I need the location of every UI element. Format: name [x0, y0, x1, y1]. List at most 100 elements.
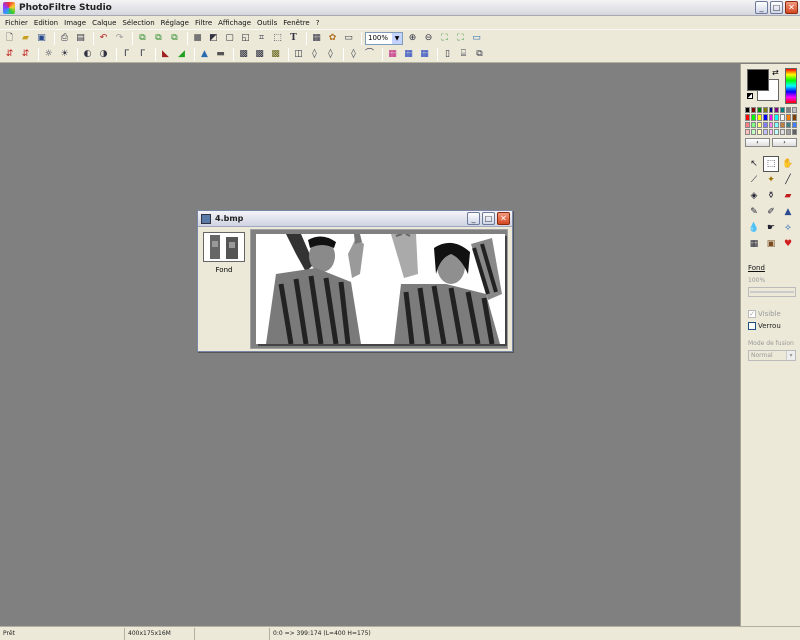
strawberry-tool-icon[interactable]: ♥ [780, 236, 796, 252]
drop-outline-icon[interactable]: ◊ [324, 48, 337, 61]
paste-new-icon[interactable]: ⧉ [168, 32, 181, 45]
palette-swatch[interactable] [745, 107, 750, 114]
palette-swatch[interactable] [792, 128, 797, 135]
palette-swatch[interactable] [768, 121, 774, 128]
menu-reglage[interactable]: Réglage [158, 19, 192, 27]
gamma-up-icon[interactable]: Γ [136, 48, 149, 61]
palette-swatch[interactable] [780, 121, 786, 128]
palette-swatch[interactable] [792, 121, 797, 128]
palette-swatch[interactable] [786, 114, 792, 121]
palette-swatch[interactable] [780, 107, 786, 114]
auto-levels-icon[interactable]: ⇵ [3, 48, 16, 61]
document-window[interactable]: 4.bmp _ □ ✕ Fond [197, 210, 513, 352]
palette-swatch[interactable] [780, 114, 786, 121]
text-icon[interactable]: T [287, 32, 300, 45]
zoom-select[interactable]: 100% ▼ [365, 31, 403, 45]
image-size-icon[interactable]: ▢ [223, 32, 236, 45]
undo-icon[interactable]: ↶ [97, 32, 110, 45]
palette-swatch[interactable] [745, 128, 750, 135]
blur-icon[interactable]: ▩ [237, 48, 250, 61]
hue-icon[interactable]: ▦ [418, 48, 431, 61]
palette-swatch[interactable] [745, 121, 750, 128]
maximize-button[interactable]: □ [770, 1, 783, 14]
image-canvas[interactable] [256, 234, 505, 344]
cylinder-icon[interactable]: ⌸ [457, 48, 470, 61]
drop-icon[interactable]: ◊ [308, 48, 321, 61]
brightness-down-icon[interactable]: ☼ [42, 48, 55, 61]
brush-tool-icon[interactable]: ✎ [746, 204, 762, 220]
lock-checkbox[interactable] [748, 322, 756, 330]
minimize-button[interactable]: _ [755, 1, 768, 14]
smudge-icon[interactable]: ◊ [347, 48, 360, 61]
eraser-tool-icon[interactable]: ▰ [780, 188, 796, 204]
canvas-pane[interactable] [250, 229, 508, 349]
palette-swatch[interactable] [756, 121, 762, 128]
blur-tool-icon[interactable]: 💧 [746, 220, 762, 236]
fullscreen-icon[interactable]: ▭ [470, 32, 483, 45]
layer-thumbnail[interactable] [203, 232, 245, 262]
saturation-up-icon[interactable]: ◢ [175, 48, 188, 61]
redo-icon[interactable]: ↷ [113, 32, 126, 45]
palette-swatch[interactable] [762, 128, 768, 135]
batch-icon[interactable]: ▭ [342, 32, 355, 45]
pointer-tool-icon[interactable]: ↖ [746, 156, 762, 172]
close-button[interactable]: ✕ [785, 1, 798, 14]
zoom-out-icon[interactable]: ⊖ [422, 32, 435, 45]
levels-icon[interactable]: ▦ [402, 48, 415, 61]
palette-swatch[interactable] [792, 114, 797, 121]
fill-tool-icon[interactable]: ◈ [746, 188, 762, 204]
palette-swatch[interactable] [756, 128, 762, 135]
palette-swatch[interactable] [768, 128, 774, 135]
layers-icon[interactable]: ⧉ [473, 48, 486, 61]
selection-tool-icon[interactable]: ⬚ [763, 156, 779, 172]
menu-selection[interactable]: Sélection [119, 19, 157, 27]
reset-colors-icon[interactable] [747, 93, 753, 99]
eyedropper-tool-icon[interactable]: ⟋ [746, 172, 762, 188]
pattern-tool-icon[interactable]: ▦ [746, 236, 762, 252]
frame-icon[interactable]: ⬚ [271, 32, 284, 45]
magic-wand-tool-icon[interactable]: ✦ [763, 172, 779, 188]
menu-fichier[interactable]: Fichier [2, 19, 31, 27]
print-icon[interactable]: ⎙ [58, 32, 71, 45]
actual-size-icon[interactable]: ⛶ [454, 32, 467, 45]
browser-icon[interactable]: ▦ [310, 32, 323, 45]
palette-swatch[interactable] [786, 107, 792, 114]
palette-swatch[interactable] [774, 121, 780, 128]
doc-minimize-button[interactable]: _ [467, 212, 480, 225]
copy-icon[interactable]: ⧉ [136, 32, 149, 45]
visible-checkbox-row[interactable]: ✓ Visible [748, 310, 781, 318]
lock-checkbox-row[interactable]: Verrou [748, 322, 781, 330]
clone-tool-icon[interactable]: ⟡ [780, 220, 796, 236]
palette-swatch[interactable] [756, 107, 762, 114]
blend-mode-select[interactable]: Normal ▾ [748, 350, 796, 361]
menu-affichage[interactable]: Affichage [215, 19, 254, 27]
palette-swatch[interactable] [774, 114, 780, 121]
scan-icon[interactable]: ▤ [74, 32, 87, 45]
menu-fenetre[interactable]: Fenêtre [280, 19, 312, 27]
brightness-up-icon[interactable]: ☀ [58, 48, 71, 61]
saturation-down-icon[interactable]: ◣ [159, 48, 172, 61]
line-tool-icon[interactable]: ╱ [780, 172, 796, 188]
menu-image[interactable]: Image [61, 19, 89, 27]
color-balance-icon[interactable]: ▦ [386, 48, 399, 61]
open-folder-icon[interactable]: ▰ [19, 32, 32, 45]
menu-help[interactable]: ? [313, 19, 323, 27]
flip-horizontal-icon[interactable]: ◫ [292, 48, 305, 61]
doc-maximize-button[interactable]: □ [482, 212, 495, 225]
palette-swatch[interactable] [792, 107, 797, 114]
palette-swatch[interactable] [750, 121, 756, 128]
hand-tool-icon[interactable]: ✋ [780, 156, 796, 172]
palette-swatch[interactable] [750, 114, 756, 121]
menu-outils[interactable]: Outils [254, 19, 280, 27]
canvas-size-icon[interactable]: ◱ [239, 32, 252, 45]
visible-checkbox[interactable]: ✓ [748, 310, 756, 318]
auto-contrast-icon[interactable]: ⇵ [19, 48, 32, 61]
new-file-icon[interactable]: 🗋 [3, 32, 16, 45]
emboss-icon[interactable]: ▩ [269, 48, 282, 61]
palette-swatch[interactable] [750, 107, 756, 114]
contrast-down-icon[interactable]: ◐ [81, 48, 94, 61]
palette-swatch[interactable] [774, 107, 780, 114]
palette-prev-button[interactable]: ‹ [745, 138, 770, 147]
palette-swatch[interactable] [762, 114, 768, 121]
document-title-bar[interactable]: 4.bmp _ □ ✕ [198, 211, 512, 227]
